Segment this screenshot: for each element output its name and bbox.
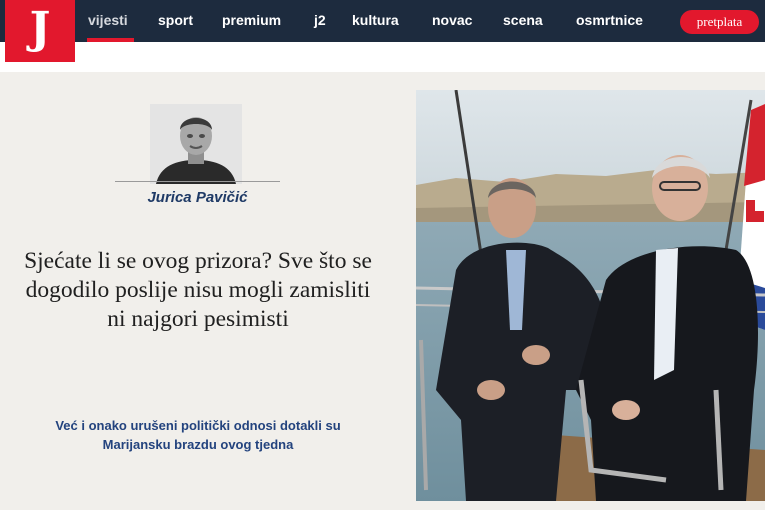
- nav-item-kultura[interactable]: kultura: [352, 12, 399, 28]
- boat-photo-illustration: [416, 90, 765, 501]
- nav-item-novac[interactable]: novac: [432, 12, 472, 28]
- article-headline[interactable]: Sjećate li se ovog prizora? Sve što se d…: [18, 247, 378, 334]
- nav-item-vijesti[interactable]: vijesti: [88, 12, 128, 28]
- nav-item-osmrtnice[interactable]: osmrtnice: [576, 12, 643, 28]
- author-name-link[interactable]: Jurica Pavičić: [100, 189, 295, 206]
- subscribe-button[interactable]: pretplata: [680, 10, 759, 34]
- nav-item-scena[interactable]: scena: [503, 12, 543, 28]
- top-navigation-bar: vijesti sport premium j2 kultura novac s…: [0, 0, 765, 42]
- article-photo[interactable]: [416, 90, 765, 501]
- header-band: [0, 42, 765, 72]
- main-nav: vijesti sport premium j2 kultura novac s…: [0, 0, 765, 42]
- author-avatar[interactable]: [150, 104, 242, 184]
- nav-item-premium[interactable]: premium: [222, 12, 281, 28]
- author-portrait-icon: [150, 104, 242, 184]
- nav-item-sport[interactable]: sport: [158, 12, 193, 28]
- author-divider: [115, 181, 280, 182]
- nav-item-j2[interactable]: j2: [314, 12, 326, 28]
- logo-letter: J: [29, 3, 51, 54]
- article-lead: Već i onako urušeni politički odnosi dot…: [55, 418, 341, 452]
- site-logo[interactable]: J: [5, 0, 75, 62]
